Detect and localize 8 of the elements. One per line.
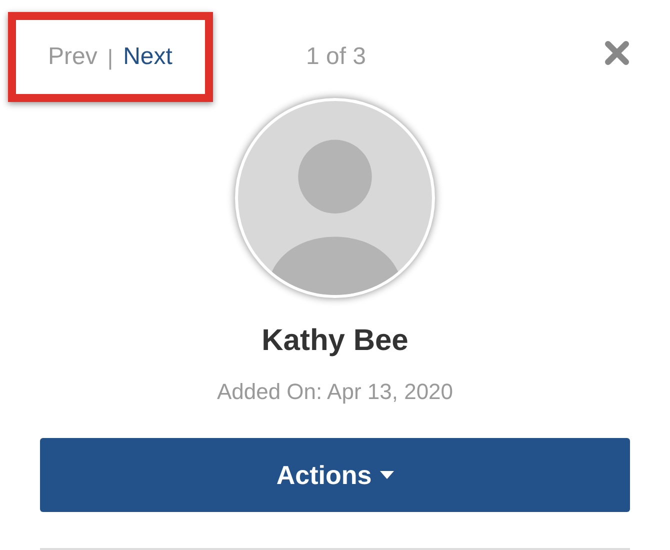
separator: | <box>107 44 114 72</box>
person-name: Kathy Bee <box>260 323 410 359</box>
caret-icon <box>380 471 394 480</box>
pager-link[interactable]: Next <box>123 39 172 75</box>
close-icon[interactable] <box>604 40 630 66</box>
actions-button[interactable]: Actions <box>40 438 630 512</box>
page-indicator: 1 of 3 <box>304 42 368 72</box>
added-date: Added On: Apr 13, 2020 <box>216 378 454 406</box>
